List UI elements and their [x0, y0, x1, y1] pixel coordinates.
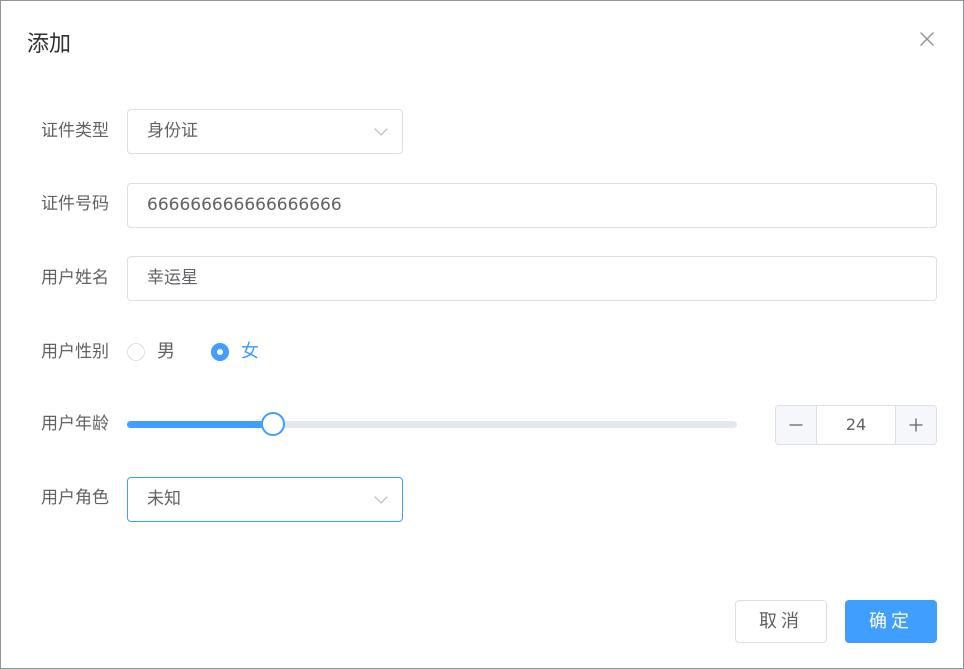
age-label: 用户年龄 — [41, 414, 109, 434]
id-type-select[interactable]: 身份证 — [127, 109, 403, 154]
role-label: 用户角色 — [41, 488, 109, 508]
close-icon — [915, 27, 939, 51]
chevron-down-icon — [374, 125, 388, 139]
plus-icon — [908, 417, 924, 433]
id-number-input[interactable]: 666666666666666666 — [127, 183, 937, 228]
age-decrease-button[interactable] — [776, 406, 817, 444]
gender-label: 用户性别 — [41, 342, 109, 362]
user-name-value: 幸运星 — [147, 268, 198, 288]
radio-label-female: 女 — [241, 341, 259, 362]
user-name-label: 用户姓名 — [41, 268, 109, 288]
role-value: 未知 — [147, 489, 181, 509]
age-slider[interactable] — [127, 412, 737, 436]
chevron-down-icon — [374, 493, 388, 507]
gender-radio-female[interactable]: 女 — [211, 339, 271, 365]
age-stepper-value[interactable]: 24 — [817, 406, 895, 444]
minus-icon — [788, 417, 804, 433]
cancel-button[interactable]: 取消 — [735, 600, 827, 643]
radio-label-male: 男 — [157, 341, 175, 362]
age-stepper: 24 — [775, 405, 937, 445]
confirm-button[interactable]: 确定 — [845, 600, 937, 643]
age-slider-fill — [127, 421, 273, 428]
add-dialog: 添加 证件类型 身份证 证件号码 666666666666666666 用户姓名… — [0, 0, 964, 669]
id-type-value: 身份证 — [147, 121, 198, 141]
id-number-label: 证件号码 — [41, 194, 109, 214]
close-button[interactable] — [915, 27, 939, 51]
radio-circle — [127, 343, 145, 361]
age-increase-button[interactable] — [895, 406, 936, 444]
role-select[interactable]: 未知 — [127, 477, 403, 522]
id-type-label: 证件类型 — [41, 121, 109, 141]
gender-radio-male[interactable]: 男 — [127, 339, 187, 365]
dialog-title: 添加 — [27, 32, 72, 57]
radio-circle-checked — [211, 343, 229, 361]
user-name-input[interactable]: 幸运星 — [127, 256, 937, 301]
id-number-value: 666666666666666666 — [147, 195, 342, 215]
age-slider-handle[interactable] — [261, 412, 285, 436]
